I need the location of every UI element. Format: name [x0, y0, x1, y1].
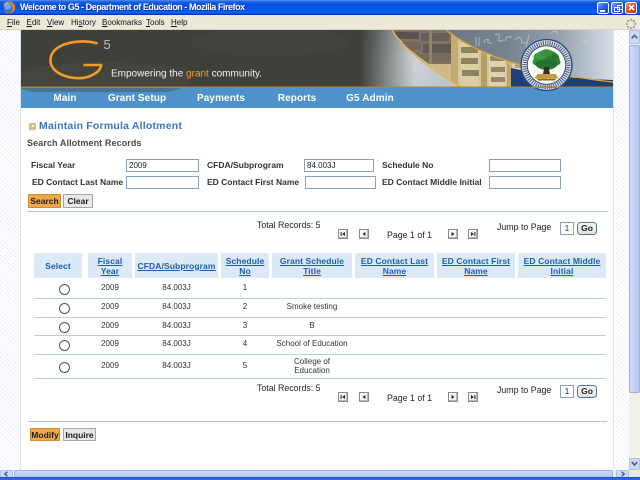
- svg-text:Empowering the grant community: Empowering the grant community.: [111, 69, 262, 80]
- svg-text:5: 5: [104, 37, 111, 52]
